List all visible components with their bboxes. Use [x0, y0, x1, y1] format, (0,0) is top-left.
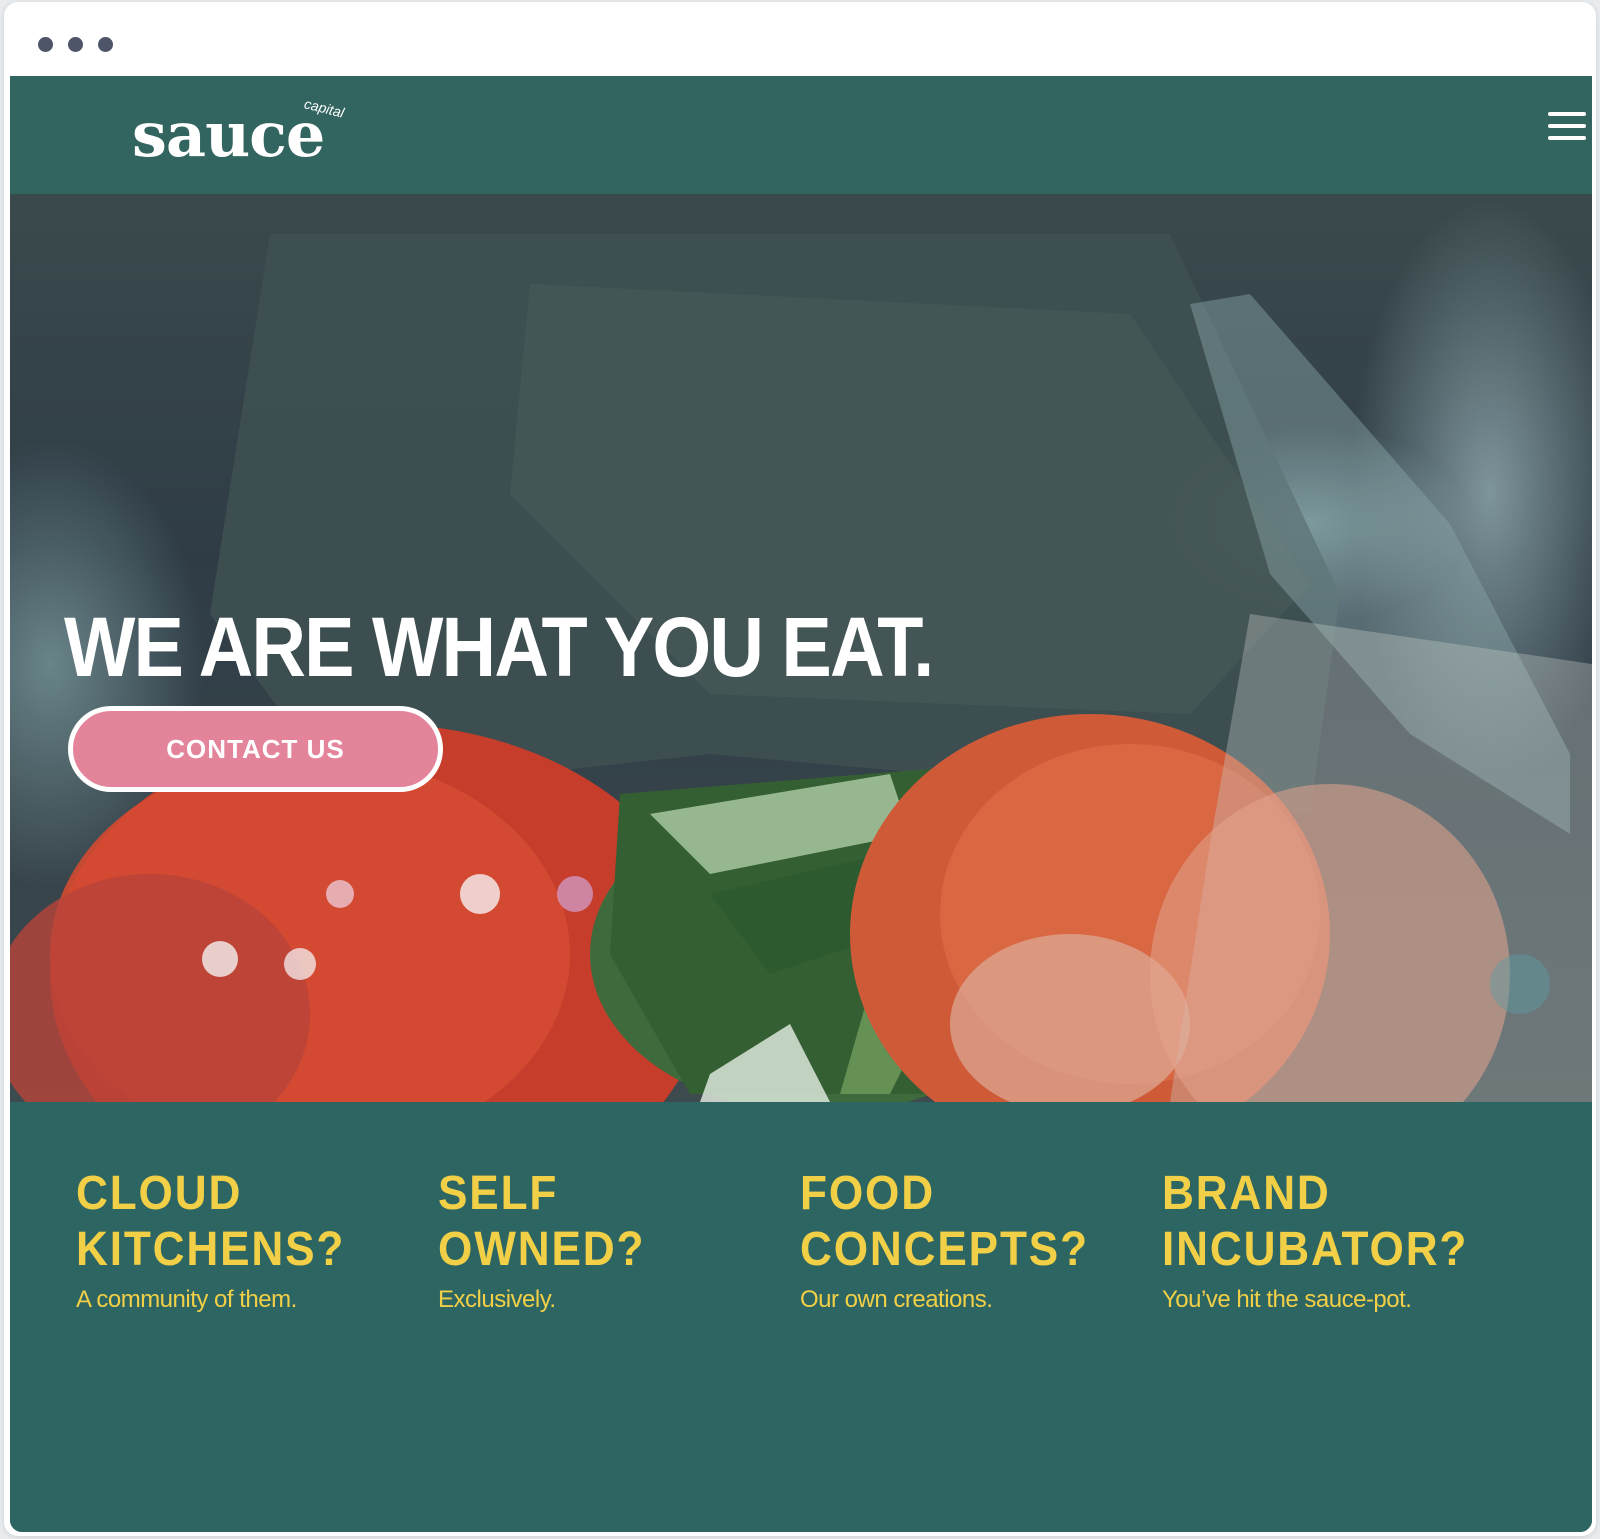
feature-heading-line1: SELF [438, 1167, 559, 1220]
feature-food-concepts: FOOD CONCEPTS? Our own creations. [800, 1166, 1140, 1314]
feature-heading-line2: KITCHENS? [76, 1223, 346, 1276]
logo-wordmark: sauce [132, 98, 325, 171]
feature-heading-line2: INCUBATOR? [1162, 1223, 1469, 1276]
contact-us-button[interactable]: CONTACT US [68, 706, 443, 792]
feature-heading-line1: CLOUD [76, 1167, 243, 1220]
window-control-dot[interactable] [98, 37, 113, 52]
site-header: sauce capital [10, 76, 1592, 194]
hero-section: WE ARE WHAT YOU EAT. CONTACT US [10, 194, 1592, 1102]
browser-toolbar [4, 2, 1596, 76]
feature-heading-line1: FOOD [800, 1167, 935, 1220]
feature-heading: CLOUD KITCHENS? [76, 1166, 389, 1278]
sauce-capital-logo[interactable]: sauce capital [132, 90, 362, 180]
feature-heading-line1: BRAND [1162, 1167, 1331, 1220]
feature-cloud-kitchens: CLOUD KITCHENS? A community of them. [76, 1166, 416, 1314]
feature-heading-line2: CONCEPTS? [800, 1223, 1089, 1276]
feature-caption: A community of them. [76, 1286, 297, 1313]
window-control-dot[interactable] [68, 37, 83, 52]
feature-caption: Exclusively. [438, 1286, 556, 1313]
feature-heading: FOOD CONCEPTS? [800, 1166, 1113, 1278]
feature-brand-incubator: BRAND INCUBATOR? You’ve hit the sauce-po… [1162, 1166, 1502, 1314]
feature-caption: Our own creations. [800, 1286, 993, 1313]
feature-heading-line2: OWNED? [438, 1223, 646, 1276]
feature-heading: BRAND INCUBATOR? [1162, 1166, 1475, 1278]
page-viewport: sauce capital WE ARE WHAT YOU EAT. CONTA… [10, 76, 1592, 1532]
browser-window: sauce capital WE ARE WHAT YOU EAT. CONTA… [4, 2, 1596, 1536]
feature-self-owned: SELF OWNED? Exclusively. [438, 1166, 778, 1314]
hamburger-menu-icon[interactable] [1548, 110, 1586, 142]
feature-caption: You’ve hit the sauce-pot. [1162, 1286, 1412, 1313]
feature-heading: SELF OWNED? [438, 1166, 751, 1278]
hero-title: WE ARE WHAT YOU EAT. [64, 600, 934, 694]
features-section: CLOUD KITCHENS? A community of them. SEL… [10, 1102, 1592, 1532]
window-control-dot[interactable] [38, 37, 53, 52]
